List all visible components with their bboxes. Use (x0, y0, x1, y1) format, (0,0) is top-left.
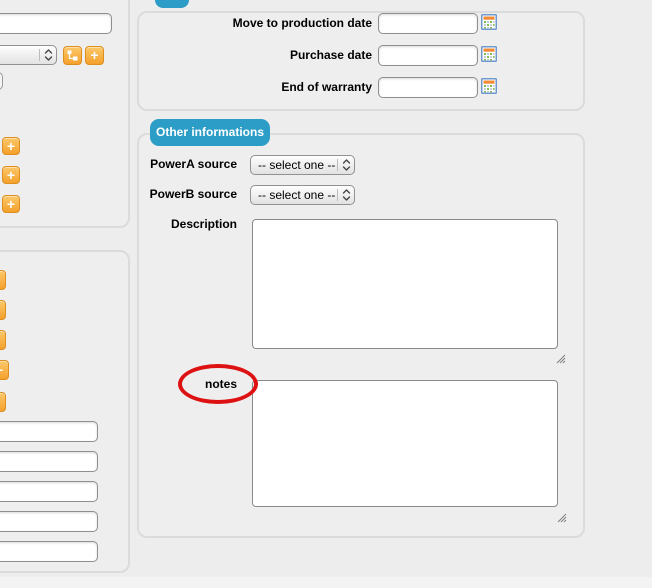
end-of-warranty-input[interactable] (378, 77, 478, 98)
resize-handle-icon[interactable] (556, 351, 566, 364)
other-informations-tab: Other informations (150, 119, 270, 146)
tree-button[interactable] (63, 46, 82, 65)
text-input[interactable] (0, 511, 98, 532)
text-input[interactable] (0, 481, 98, 502)
field-label: Purchase date (289, 48, 372, 62)
field-label: PowerB source (149, 187, 237, 201)
field-label: PowerA source (150, 157, 237, 171)
field-label: notes (204, 377, 237, 391)
bottom-strip (0, 577, 652, 588)
add-button[interactable]: + (2, 195, 20, 213)
tree-icon (67, 50, 78, 61)
add-button[interactable]: + (85, 46, 104, 65)
add-button[interactable]: + (2, 137, 20, 155)
chevron-updown-icon (40, 48, 56, 62)
dates-tab-fragment (155, 0, 189, 8)
purchase-date-input[interactable] (378, 45, 478, 66)
notes-textarea[interactable] (252, 380, 558, 507)
add-button-partial[interactable]: + (0, 300, 6, 320)
calendar-picker-button[interactable] (481, 46, 497, 62)
select-value: -- select one -- (258, 188, 336, 202)
move-to-production-date-input[interactable] (378, 13, 478, 34)
text-input[interactable] (0, 541, 98, 562)
calendar-icon (481, 78, 497, 94)
panel-left-top (0, 0, 130, 228)
add-button-partial[interactable]: + (0, 360, 9, 380)
calendar-picker-button[interactable] (481, 78, 497, 94)
add-button-partial[interactable]: + (0, 392, 6, 412)
field-label: Description (170, 217, 237, 231)
description-textarea[interactable] (252, 219, 558, 349)
text-input[interactable] (0, 451, 98, 472)
resize-handle-icon[interactable] (557, 510, 567, 523)
field-label: Move to production date (232, 16, 372, 30)
calendar-icon (481, 14, 497, 30)
chevron-updown-icon (338, 188, 354, 202)
select-value: -- select one -- (258, 158, 336, 172)
chevron-updown-icon (338, 158, 354, 172)
text-input[interactable] (0, 13, 112, 34)
add-button[interactable]: + (2, 166, 20, 184)
calendar-icon (481, 46, 497, 62)
add-button-partial[interactable]: + (0, 330, 6, 350)
left-select[interactable] (0, 45, 57, 65)
page: Move to production date Purchase date En… (0, 0, 652, 588)
text-input[interactable] (0, 421, 98, 442)
powerb-source-select[interactable]: -- select one -- (250, 185, 355, 205)
field-label: End of warranty (281, 80, 372, 94)
add-button-partial[interactable]: + (0, 270, 6, 290)
powera-source-select[interactable]: -- select one -- (250, 155, 355, 175)
calendar-picker-button[interactable] (481, 14, 497, 30)
